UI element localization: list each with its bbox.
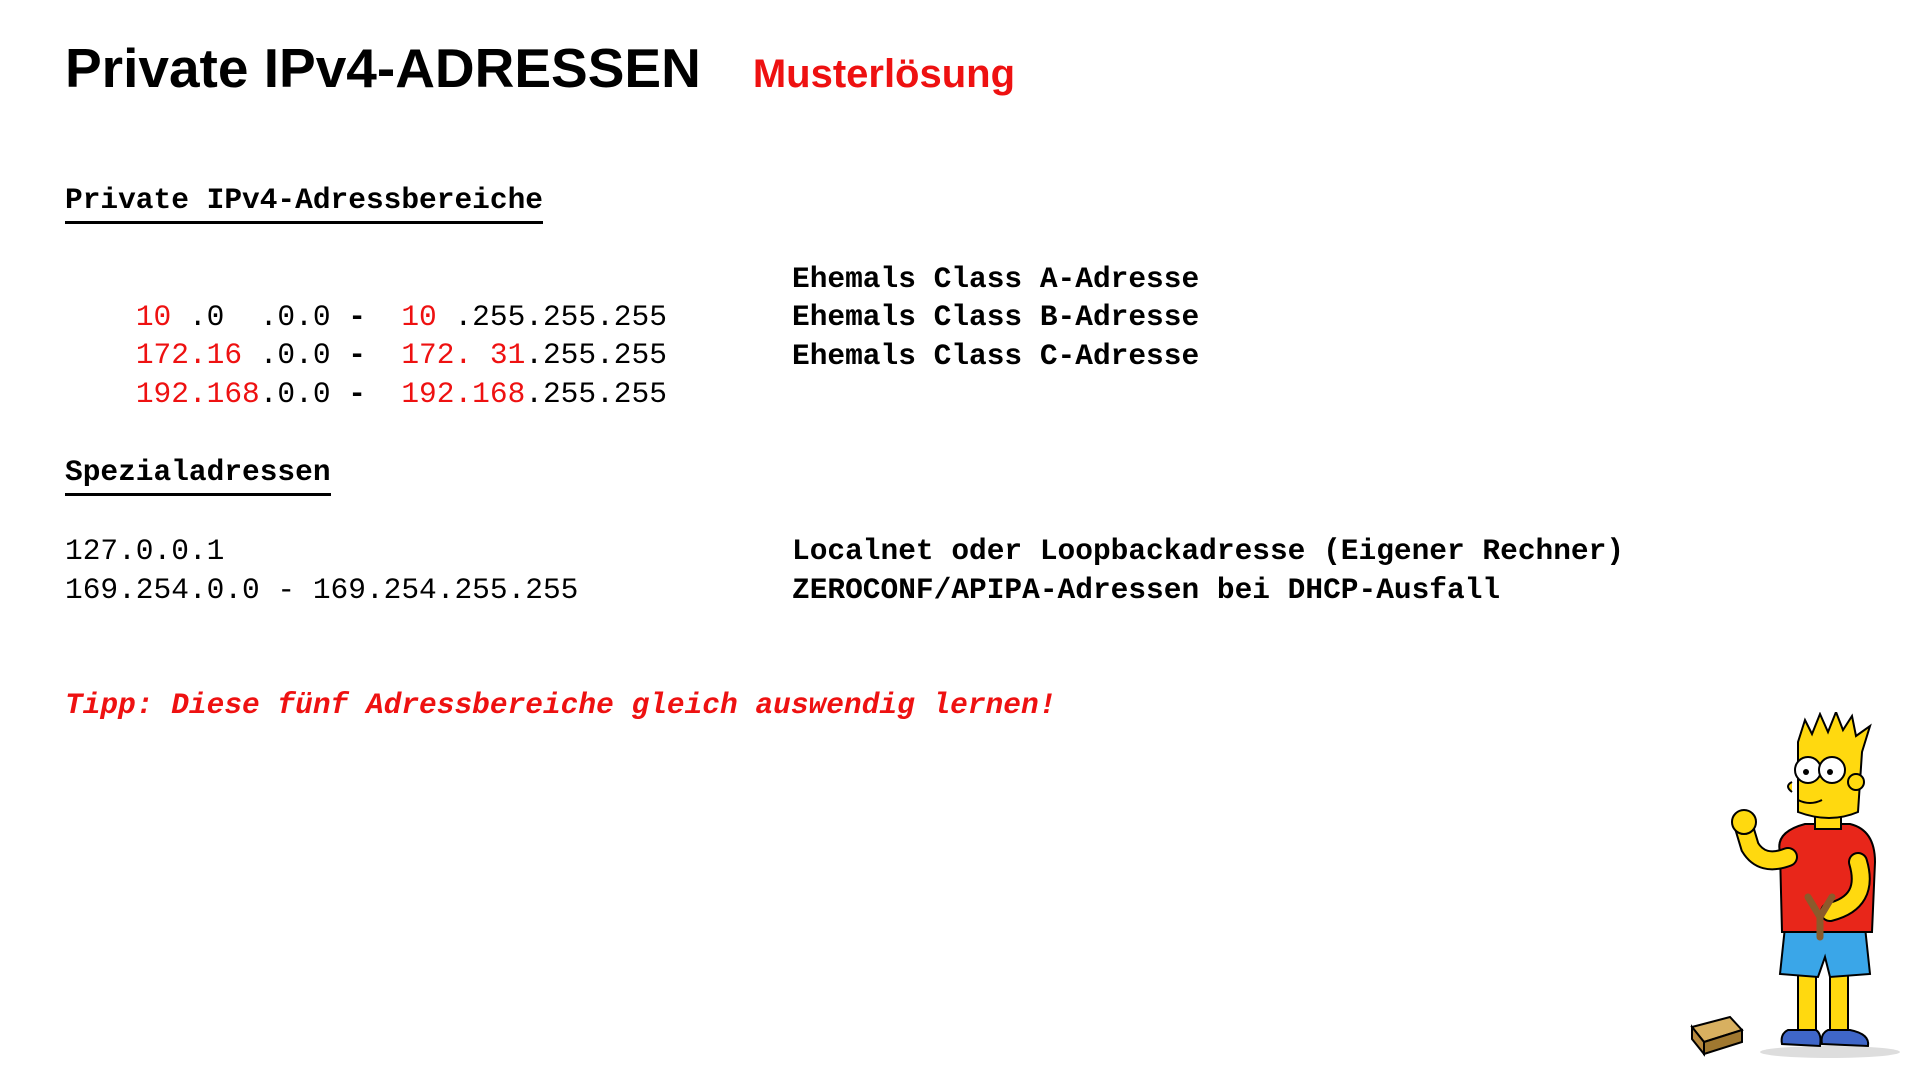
special-description-loopback: Localnet oder Loopbackadresse (Eigener R… [792,534,1625,568]
range-description-class-a: Ehemals Class A-Adresse [792,262,1200,296]
slide: Private IPv4-ADRESSEN Musterlösung Priva… [0,0,1926,1067]
brick-icon [1690,1015,1744,1057]
range-dash: - [330,377,384,411]
special-description-apipa: ZEROCONF/APIPA-Adressen bei DHCP-Ausfall [792,573,1501,607]
range-start-host: .0.0 [259,377,331,411]
section-heading-private-ranges: Private IPv4-Adressbereiche [65,183,543,224]
range-end-host: .255.255 [525,377,667,411]
range-description-class-b: Ehemals Class B-Adresse [792,300,1200,334]
tip-text: Tipp: Diese fünf Adressbereiche gleich a… [65,688,1057,722]
special-address-loopback: 127.0.0.1 [65,534,225,568]
range-description-class-c: Ehemals Class C-Adresse [792,339,1200,373]
title-row: Private IPv4-ADRESSEN Musterlösung [65,36,1015,100]
section-heading-special: Spezialadressen [65,455,331,496]
range-row-class-c: 192.168.0.0 - 192.168.255.255 [65,337,667,451]
page-title: Private IPv4-ADRESSEN [65,37,701,99]
cartoon-boy-illustration [1690,712,1900,1058]
special-address-apipa: 169.254.0.0 - 169.254.255.255 [65,573,579,607]
page-subtitle: Musterlösung [752,52,1016,96]
range-end-network: 192.168 [401,377,526,411]
range-start-network: 192.168 [135,377,260,411]
